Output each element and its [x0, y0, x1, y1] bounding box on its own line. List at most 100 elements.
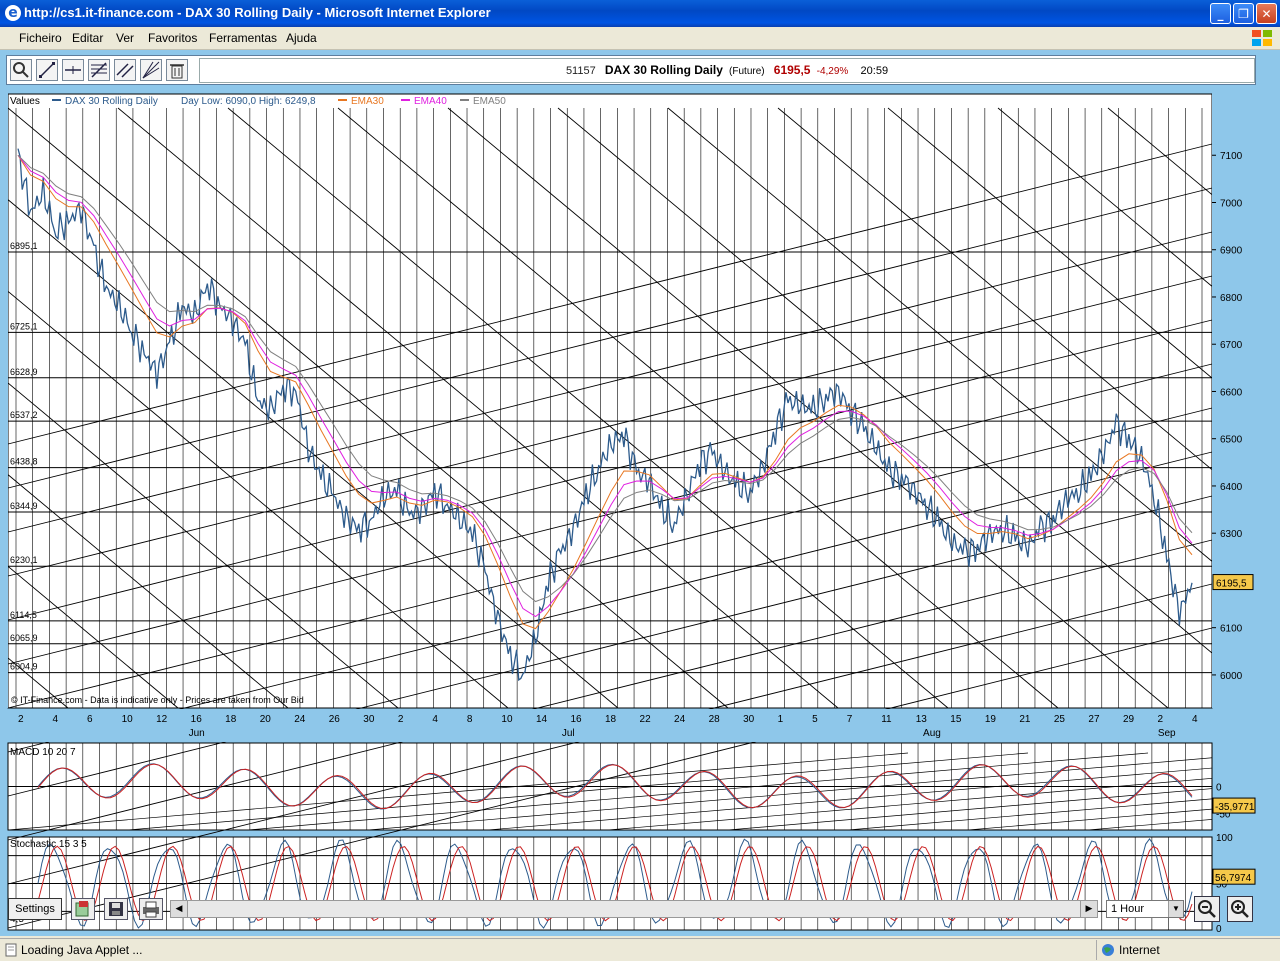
chart-canvas[interactable]: 6895,16725,16628,96537,26438,86344,96230…: [0, 92, 1280, 938]
bottom-bar: Settings ◀ ▶ 1 Hour ▼: [6, 896, 1256, 924]
x-tick-label: 29: [1123, 714, 1135, 725]
minimize-button[interactable]: _: [1210, 3, 1231, 24]
windows-logo-icon: [1252, 30, 1272, 46]
trash-icon[interactable]: [166, 59, 188, 81]
level-label: 6114,5: [10, 610, 37, 620]
x-tick-label: 24: [674, 714, 686, 725]
zoom-in-button[interactable]: [1227, 896, 1253, 922]
menu-ficheiro[interactable]: Ficheiro: [19, 31, 62, 45]
horizontal-scrollbar[interactable]: ◀ ▶: [170, 900, 1098, 918]
print-icon[interactable]: [139, 898, 163, 920]
stochastic-tick-label: 0: [1216, 924, 1222, 935]
close-button[interactable]: ✕: [1256, 3, 1277, 24]
x-tick-label: 4: [53, 714, 59, 725]
zoom-out-button[interactable]: [1194, 896, 1220, 922]
macd-title: MACD 10 20 7: [10, 747, 76, 758]
export-icon[interactable]: [71, 898, 95, 920]
menu-ajuda[interactable]: Ajuda: [286, 31, 317, 45]
x-tick-label: 19: [985, 714, 997, 725]
x-tick-label: 10: [501, 714, 513, 725]
level-label: 6725,1: [10, 321, 38, 331]
menu-favoritos[interactable]: Favoritos: [148, 31, 197, 45]
scroll-left-arrow[interactable]: ◀: [171, 901, 188, 917]
copyright-notice: © IT-Finance.com - Data is indicative on…: [11, 695, 304, 705]
month-label: Jul: [562, 728, 575, 739]
month-label: Aug: [923, 728, 941, 739]
title-bar: e http://cs1.it-finance.com - DAX 30 Rol…: [0, 0, 1280, 27]
macd-current-label: -35,9771: [1215, 802, 1255, 813]
level-label: 6230,1: [10, 555, 38, 565]
left-strip: [6, 92, 8, 708]
save-icon[interactable]: [104, 898, 128, 920]
x-tick-label: 2: [398, 714, 404, 725]
java-applet: 51157 DAX 30 Rolling Daily (Future) 6195…: [0, 50, 1280, 936]
x-tick-label: 6: [87, 714, 93, 725]
scroll-right-arrow[interactable]: ▶: [1080, 901, 1097, 917]
parallel-lines-tool-icon[interactable]: [114, 59, 136, 81]
x-tick-label: 21: [1019, 714, 1031, 725]
settings-button[interactable]: Settings: [8, 898, 62, 920]
fan-lines-tool-icon[interactable]: [140, 59, 162, 81]
legend-ema40-swatch: [401, 99, 410, 101]
legend-ema30: EMA30: [351, 96, 384, 107]
page-icon: [5, 943, 17, 957]
x-tick-label: 18: [225, 714, 237, 725]
legend-daylow: Day Low: 6090,0 High: 6249,8: [181, 96, 316, 107]
fibonacci-tool-icon[interactable]: [88, 59, 110, 81]
trendline-tool-icon[interactable]: [36, 59, 58, 81]
chart-area[interactable]: 6895,1 6725,1 6628,9 6537,2 6438,8 6344,9 6230…: [0, 92, 1280, 938]
horizontal-line-tool-icon[interactable]: [62, 59, 84, 81]
instrument-type: (Future): [729, 66, 765, 77]
month-label: Jun: [189, 728, 205, 739]
chart-toolbar: 51157 DAX 30 Rolling Daily (Future) 6195…: [6, 55, 1256, 85]
x-tick-label: 10: [122, 714, 134, 725]
y-tick-label: 6400: [1220, 482, 1243, 493]
interval-value: 1 Hour: [1111, 903, 1145, 915]
y-tick-label: 7000: [1220, 198, 1243, 209]
level-label: 6004,9: [10, 662, 38, 672]
y-tick-label: 6000: [1220, 671, 1243, 682]
legend-ema40: EMA40: [414, 96, 447, 107]
x-tick-label: 16: [570, 714, 582, 725]
ie-icon: e: [5, 5, 21, 21]
zoom-tool-icon[interactable]: [10, 59, 32, 81]
legend-series: DAX 30 Rolling Daily: [65, 96, 158, 107]
x-tick-label: 8: [467, 714, 473, 725]
chevron-down-icon[interactable]: ▼: [1168, 901, 1183, 917]
y-tick-label: 6900: [1220, 246, 1243, 257]
x-tick-label: 11: [881, 714, 892, 725]
x-tick-label: 12: [156, 714, 168, 725]
current-price-label: 6195,5: [1216, 579, 1247, 590]
x-tick-label: 15: [950, 714, 962, 725]
level-label: 6895,1: [10, 241, 38, 251]
menu-ver[interactable]: Ver: [116, 31, 134, 45]
macd-tick-label: 0: [1216, 783, 1222, 794]
x-tick-label: 27: [1088, 714, 1100, 725]
menu-bar: Ficheiro Editar Ver Favoritos Ferramenta…: [0, 27, 1280, 50]
zone-text: Internet: [1119, 943, 1160, 957]
legend-ema50-swatch: [460, 99, 469, 101]
x-tick-label: 5: [812, 714, 818, 725]
level-label: 6344,9: [10, 501, 38, 511]
x-tick-label: 18: [605, 714, 617, 725]
instrument-info: 51157 DAX 30 Rolling Daily (Future) 6195…: [199, 58, 1255, 83]
stochastic-tick-label: 100: [1216, 833, 1233, 844]
right-strip: [1212, 92, 1256, 708]
x-tick-label: 22: [640, 714, 652, 725]
x-tick-label: 20: [260, 714, 272, 725]
level-label: 6628,9: [10, 367, 38, 377]
instrument-change: -4,29%: [816, 66, 849, 77]
globe-icon: [1102, 944, 1114, 956]
instrument-price: 6195,5: [773, 63, 811, 77]
menu-ferramentas[interactable]: Ferramentas: [209, 31, 277, 45]
month-label: Sep: [1158, 728, 1176, 739]
menu-editar[interactable]: Editar: [72, 31, 103, 45]
x-tick-label: 25: [1054, 714, 1066, 725]
interval-select[interactable]: 1 Hour ▼: [1106, 900, 1184, 918]
legend-price-swatch: [52, 99, 61, 101]
level-label: 6065,9: [10, 633, 38, 643]
x-tick-label: 30: [743, 714, 755, 725]
maximize-button[interactable]: ❐: [1233, 3, 1254, 24]
y-tick-label: 6800: [1220, 293, 1243, 304]
y-tick-label: 6100: [1220, 624, 1243, 635]
